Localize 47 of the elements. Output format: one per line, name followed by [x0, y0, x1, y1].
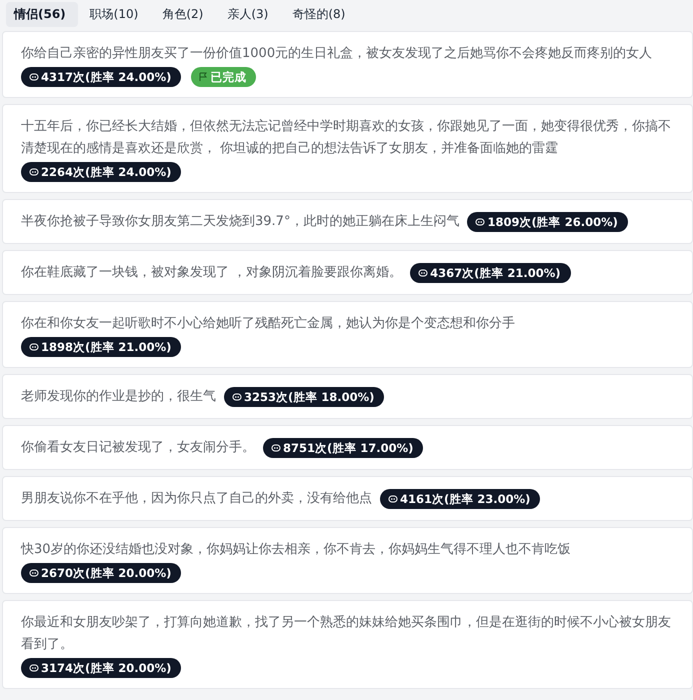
scenario-card[interactable]: 十五年后，你已经长大结婚，但依然无法忘记曾经中学时期喜欢的女孩，你跟她见了一面，她变得很优秀，你搞不清楚现在的感情是喜欢还是欣赏， 你坦诚的把自己的想法告诉了女朋友，并准备面临她的雷霆 2264次(胜率 24.00%) — [2, 104, 693, 193]
stats-badge: 4367次(胜率 21.00%) — [410, 263, 571, 283]
stats-badge: 4161次(胜率 23.00%) — [380, 489, 540, 509]
face-icon — [29, 663, 39, 673]
scenario-text: 你偷看女友日记被发现了，女友闹分手。 — [21, 439, 255, 457]
scenario-text: 男朋友说你不在乎他，因为你只点了自己的外卖，没有给他点 — [21, 490, 372, 508]
category-tab[interactable]: 奇怪的(8) — [284, 2, 358, 27]
scenario-card[interactable]: 老师发现你的作业是抄的，很生气 3253次(胜率 18.00%) — [2, 374, 693, 419]
scenario-card[interactable]: 你在鞋底藏了一块钱，被对象发现了 ，对象阴沉着脸要跟你离婚。 4367次(胜率 21.00%) — [2, 250, 693, 295]
stats-badge: 4317次(胜率 24.00%) — [21, 67, 182, 87]
face-icon — [29, 342, 39, 352]
stats-badge: 2670次(胜率 20.00%) — [21, 563, 182, 583]
scenario-card[interactable]: 你给自己亲密的异性朋友买了一份价值1000元的生日礼盒，被女友发现了之后她骂你不会疼她反而疼别的女人 4317次(胜率 24.00%) 已完成 — [2, 31, 693, 98]
scenario-card[interactable]: 你在和你女友一起听歌时不小心给她听了残酷死亡金属，她认为你是个变态想和你分手 1898次(胜率 21.00%) — [2, 301, 693, 368]
scenario-card[interactable]: 你最近和女朋友吵架了，打算向她道歉，找了另一个熟悉的妹妹给她买条围巾，但是在逛街的时候不小心被女朋友看到了。 3174次(胜率 20.00%) — [2, 600, 693, 689]
scenario-text: 你最近和女朋友吵架了，打算向她道歉，找了另一个熟悉的妹妹给她买条围巾，但是在逛街的时候不小心被女朋友看到了。 — [21, 614, 672, 654]
stats-badge: 1809次(胜率 26.00%) — [467, 212, 628, 232]
face-icon — [29, 568, 39, 578]
completed-badge: 已完成 — [191, 67, 256, 87]
scenario-card[interactable]: 男朋友说你不在乎他，因为你只点了自己的外卖，没有给他点 4161次(胜率 23.00%) — [2, 476, 693, 521]
category-tab[interactable]: 情侣(56) — [6, 2, 78, 27]
scenario-card[interactable]: 你偷看女友日记被发现了，女友闹分手。 8751次(胜率 17.00%) — [2, 425, 693, 470]
face-icon — [232, 392, 242, 402]
scenario-card[interactable]: 快30岁的你还没结婚也没对象，你妈妈让你去相亲，你不肯去，你妈妈生气得不理人也不肯吃饭 2670次(胜率 20.00%) — [2, 527, 693, 594]
scenario-text: 老师发现你的作业是抄的，很生气 — [21, 388, 216, 406]
flag-icon — [199, 72, 208, 82]
stats-badge: 2264次(胜率 24.00%) — [21, 162, 182, 182]
face-icon — [418, 268, 428, 278]
face-icon — [388, 494, 398, 504]
scenario-text: 你在鞋底藏了一块钱，被对象发现了 ，对象阴沉着脸要跟你离婚。 — [21, 264, 402, 282]
category-tab[interactable]: 角色(2) — [154, 2, 216, 27]
scenario-text: 十五年后，你已经长大结婚，但依然无法忘记曾经中学时期喜欢的女孩，你跟她见了一面，她变得很优秀，你搞不清楚现在的感情是喜欢还是欣赏， 你坦诚的把自己的想法告诉了女朋友，并准备面临她的雷霆 — [21, 118, 672, 158]
face-icon — [475, 217, 486, 227]
face-icon — [29, 72, 39, 82]
face-icon — [29, 167, 39, 177]
scenario-text: 你给自己亲密的异性朋友买了一份价值1000元的生日礼盒，被女友发现了之后她骂你不会疼她反而疼别的女人 — [21, 45, 652, 63]
scenario-text: 半夜你抢被子导致你女朋友第二天发烧到39.7°，此时的她正躺在床上生闷气 — [21, 213, 460, 231]
stats-badge: 8751次(胜率 17.00%) — [263, 438, 424, 458]
face-icon — [271, 443, 281, 453]
stats-badge: 1898次(胜率 21.00%) — [21, 337, 182, 357]
stats-badge: 3253次(胜率 18.00%) — [224, 387, 384, 407]
stats-badge: 3174次(胜率 20.00%) — [21, 658, 182, 678]
scenario-text: 快30岁的你还没结婚也没对象，你妈妈让你去相亲，你不肯去，你妈妈生气得不理人也不肯吃饭 — [21, 541, 571, 559]
category-tab[interactable]: 亲人(3) — [219, 2, 280, 27]
category-tab[interactable]: 职场(10) — [82, 2, 150, 27]
scenario-card[interactable]: 半夜你抢被子导致你女朋友第二天发烧到39.7°，此时的她正躺在床上生闷气 1809次(胜率 26.00%) — [2, 199, 693, 244]
scenario-text: 你在和你女友一起听歌时不小心给她听了残酷死亡金属，她认为你是个变态想和你分手 — [21, 315, 515, 333]
